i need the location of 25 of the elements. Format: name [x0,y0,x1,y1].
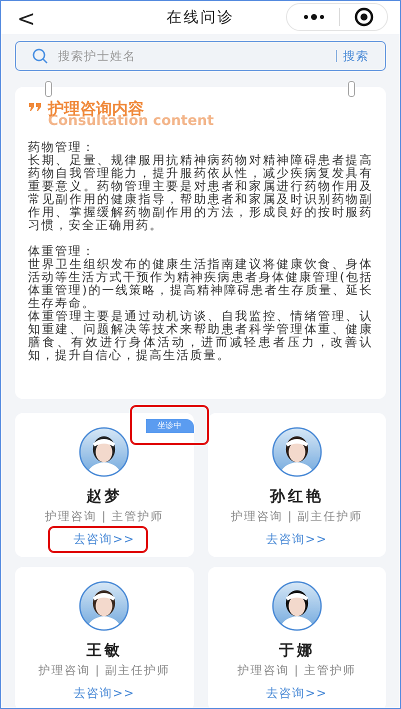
quote-icon [28,103,42,111]
status-badge: 坐诊中 [146,419,194,433]
nurse-name: 孙红艳 [270,487,324,505]
nurse-name: 赵梦 [86,487,122,505]
consult-link[interactable]: 去咨询>> [74,532,135,547]
nurse-title: 护理咨询 | 主管护师 [238,663,356,678]
consult-link[interactable]: 去咨询>> [266,686,328,701]
section-heading: 药物管理： [28,141,96,154]
paragraph: 世界卫生组织发布的健康生活指南建议将健康饮食、身体活动等生活方式干预作为精神疾病患者身体健康管理(包括体重管理)的一线策略，提高精神障碍患者生存质量、延长生存寿命。 [28,258,373,310]
search-icon [32,48,48,64]
paragraph: 长期、足量、规律服用抗精神病药物对精神障碍患者提高药物自我管理能力，提升服药依从性，减少疾病复发具有重要意义。药物管理主要是对患者和家属进行药物作用及常见副作用的健康指导，帮助患者和家属及时识别药物副作用、掌握缓解药物副作用的方法，形成良好的按时服药习惯，安全正确用药。 [28,154,373,232]
consult-link[interactable]: 去咨询>> [74,686,135,701]
more-icon[interactable] [303,14,325,20]
section-heading: 体重管理： [28,245,96,258]
paragraph: 体重管理主要是通过动机访谈、自我监控、情绪管理、认知重建、问题解决等技术来帮助患者科学管理体重、健康膳食、有效进行身体活动，进而减轻患者压力，改善认知，提升自信心，提高生活质量。 [28,310,373,362]
nurse-title: 护理咨询 | 主管护师 [45,509,164,524]
consult-link[interactable]: 去咨询>> [266,532,328,547]
nurse-title: 护理咨询 | 副主任护师 [231,509,362,524]
nurse-name: 于娜 [278,641,315,659]
nurse-name: 王敏 [86,641,122,659]
page-title: 在线问诊 [166,7,234,28]
search-button[interactable]: 搜索 [343,47,369,65]
back-button[interactable]: < [17,3,36,36]
search-field[interactable]: 搜索护士姓名 搜索 [15,41,386,71]
nurse-title: 护理咨询 | 副主任护师 [38,663,170,678]
